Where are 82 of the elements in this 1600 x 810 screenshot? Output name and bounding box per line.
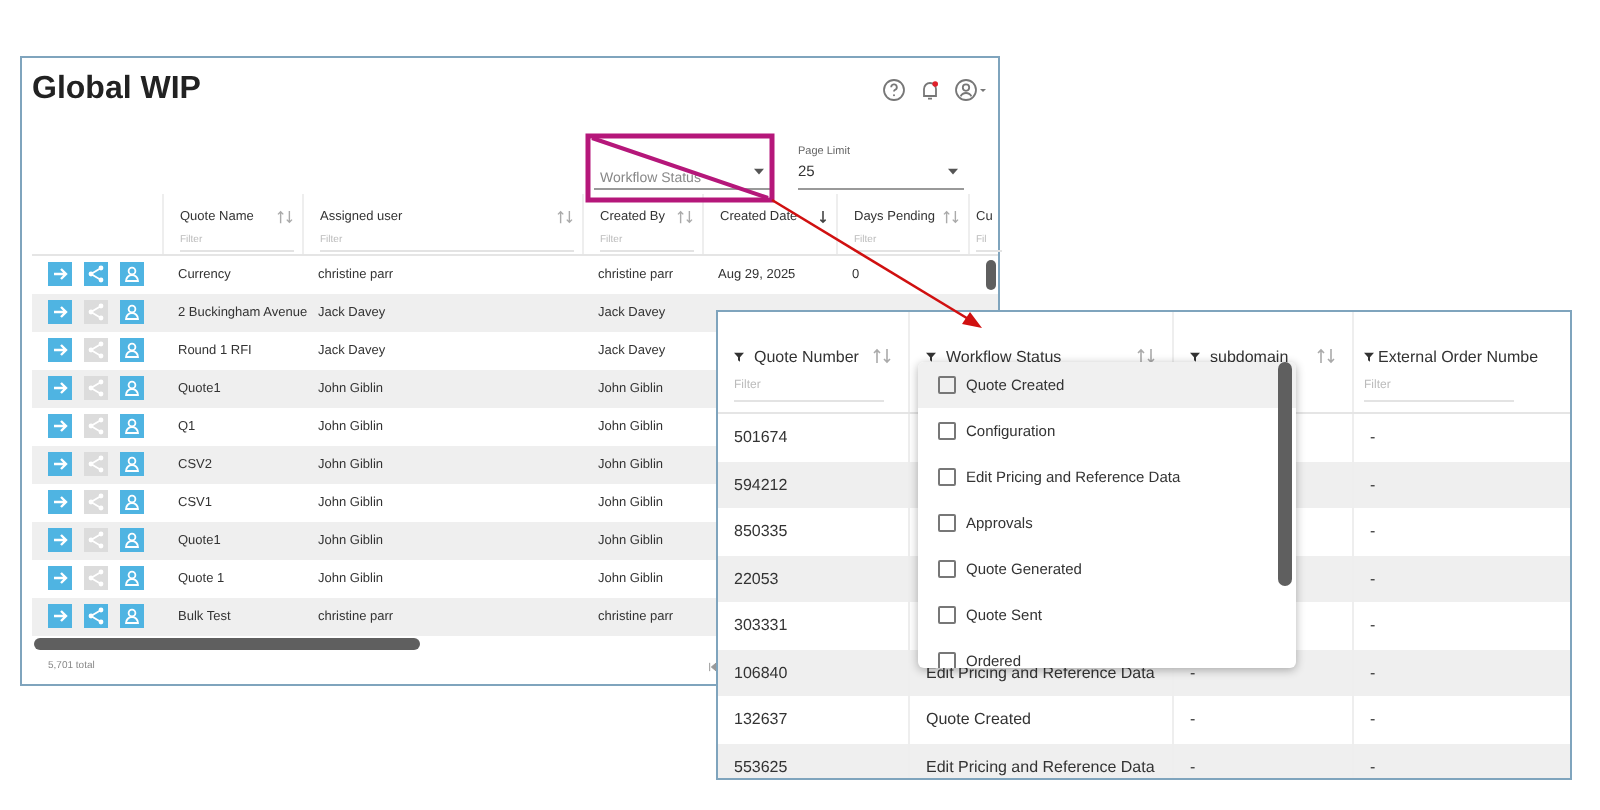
checkbox[interactable] [938,560,956,578]
column-header[interactable]: Workflow Status [946,347,1126,365]
sort-icon[interactable] [872,348,892,364]
sort-icon[interactable] [1136,348,1156,364]
table-cell: Quote Created [926,710,1031,729]
help-icon[interactable] [882,78,906,103]
table-cell: - [1370,475,1376,494]
share-button[interactable] [84,452,108,477]
filter-icon[interactable] [734,351,744,361]
checkbox[interactable] [938,606,956,624]
table-cell: 594212 [734,475,788,494]
checkbox[interactable] [938,652,956,668]
sort-icon[interactable] [1316,348,1336,364]
sort-icon[interactable] [942,210,960,225]
open-arrow-button[interactable] [48,376,72,401]
table-cell: 106840 [734,663,788,682]
user-button[interactable] [120,300,144,325]
table-cell: - [1370,757,1376,776]
caret-icon [754,168,764,177]
share-button[interactable] [84,414,108,439]
open-arrow-button[interactable] [48,566,72,591]
vertical-scrollbar[interactable] [986,259,996,290]
table-cell: - [1190,663,1196,682]
page-title: Global WIP [32,72,201,109]
share-button[interactable] [84,490,108,515]
open-arrow-button[interactable] [48,262,72,287]
share-button[interactable] [84,262,108,287]
share-button[interactable] [84,566,108,591]
table-cell: Edit Pricing and Reference Data [926,757,1155,776]
column-header[interactable]: Quote Number [754,347,862,365]
user-button[interactable] [120,528,144,553]
user-button[interactable] [120,566,144,591]
table-cell: 501674 [734,428,788,447]
table-cell: - [1370,710,1376,729]
user-button[interactable] [120,452,144,477]
horizontal-scrollbar[interactable] [34,637,420,650]
table-cell: 303331 [734,616,788,635]
user-button[interactable] [120,338,144,363]
open-arrow-button[interactable] [48,414,72,439]
checkbox[interactable] [938,376,956,394]
checkbox[interactable] [938,514,956,532]
user-button[interactable] [120,376,144,401]
table-cell: - [1370,522,1376,541]
sort-icon[interactable] [276,210,294,225]
sort-icon[interactable] [556,210,574,225]
user-button[interactable] [120,490,144,515]
table-cell: 553625 [734,757,788,776]
table-cell: - [1370,616,1376,635]
table-cell: 132637 [734,710,788,729]
open-arrow-button[interactable] [48,490,72,515]
table-cell: 850335 [734,522,788,541]
user-button[interactable] [120,262,144,287]
first-page-icon[interactable] [708,661,718,672]
open-arrow-button[interactable] [48,604,72,629]
table-cell: - [1190,757,1196,776]
user-button[interactable] [120,604,144,629]
open-arrow-button[interactable] [48,528,72,553]
table-cell: - [1370,663,1376,682]
table-cell: - [1370,569,1376,588]
share-button[interactable] [84,528,108,553]
open-arrow-button[interactable] [48,452,72,477]
open-arrow-button[interactable] [48,338,72,363]
dropdown-scrollbar[interactable] [1278,362,1292,586]
sort-icon[interactable] [676,210,694,225]
share-button[interactable] [84,376,108,401]
table-cell: - [1370,428,1376,447]
column-header[interactable]: subdomain [1210,347,1306,365]
checkbox[interactable] [938,422,956,440]
checkbox[interactable] [938,468,956,486]
table-cell: - [1190,710,1196,729]
share-button[interactable] [84,604,108,629]
user-menu-icon[interactable] [954,78,990,103]
notification-bell-icon[interactable] [918,78,942,103]
sort-descending-icon[interactable] [818,210,828,225]
table-cell: 22053 [734,569,779,588]
open-arrow-button[interactable] [48,300,72,325]
share-button[interactable] [84,338,108,363]
column-header[interactable]: External Order Numbe [1378,347,1570,365]
share-button[interactable] [84,300,108,325]
user-button[interactable] [120,414,144,439]
caret-icon [948,168,958,177]
filter-icon[interactable] [1364,351,1374,361]
